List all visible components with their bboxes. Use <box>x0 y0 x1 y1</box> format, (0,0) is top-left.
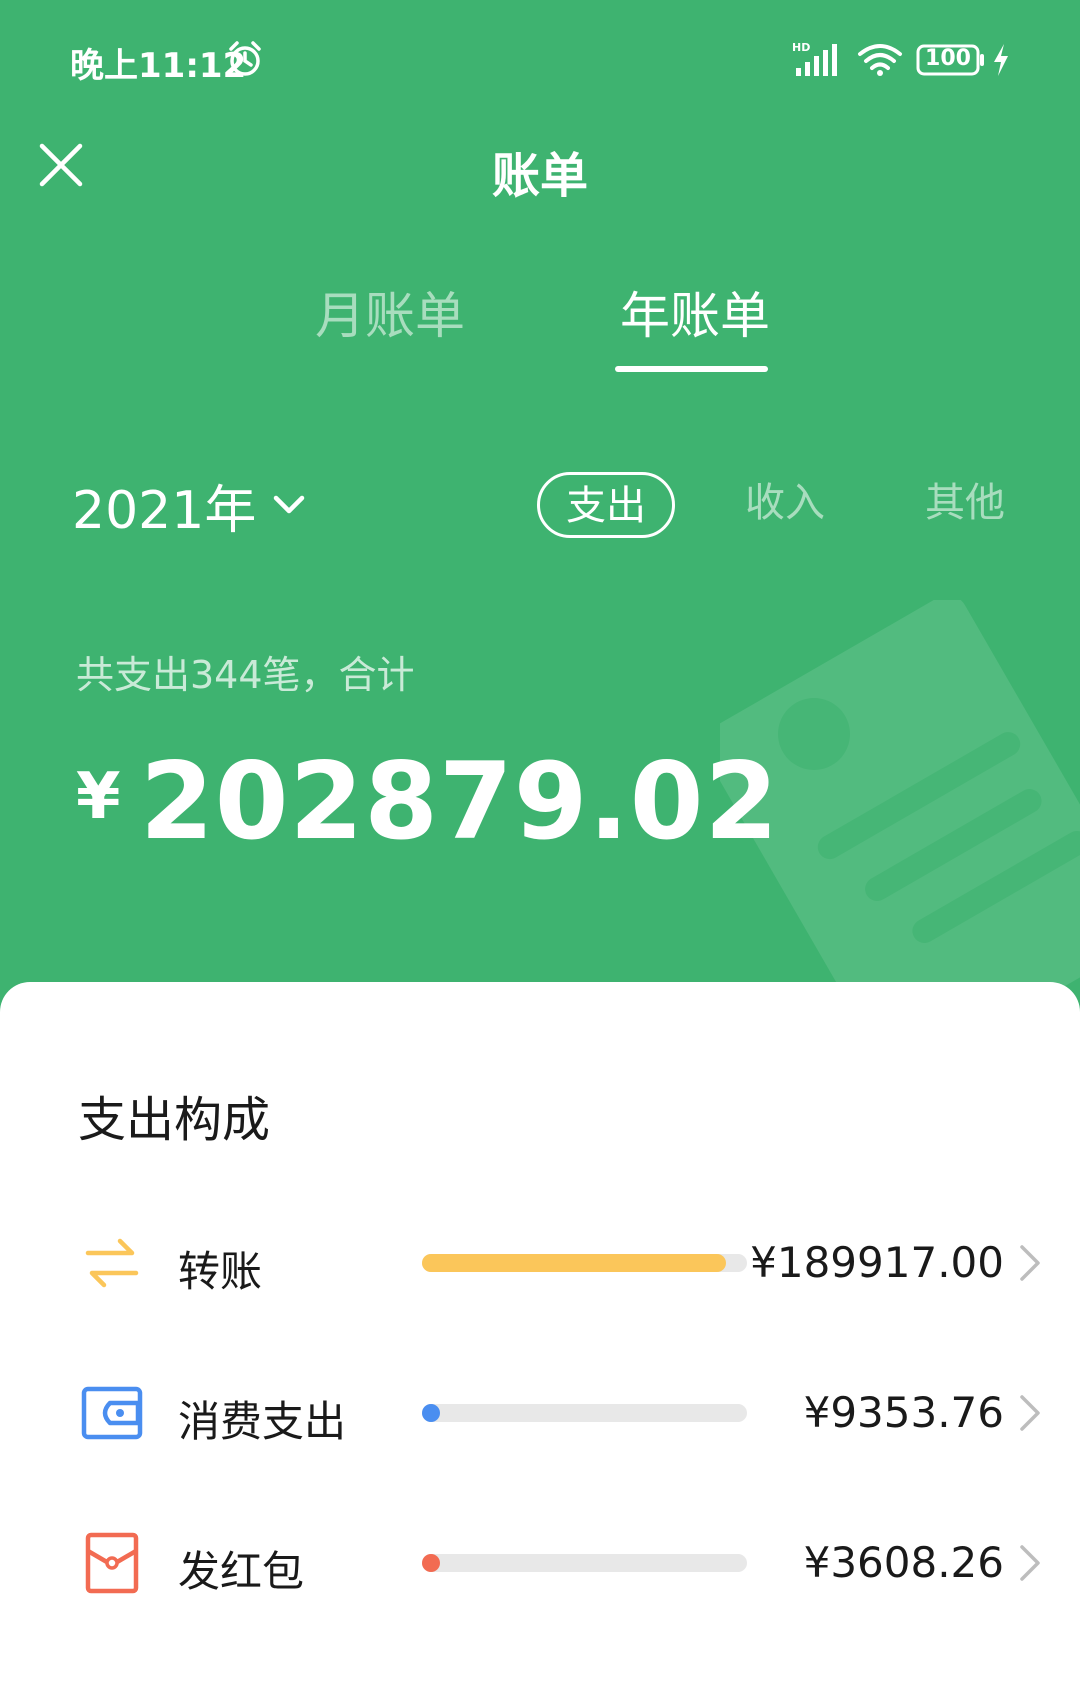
total-amount: 202879.02 <box>140 740 780 863</box>
tab-monthly-bill[interactable]: 月账单 <box>310 286 470 356</box>
tab-yearly-bill[interactable]: 年账单 <box>615 286 775 356</box>
breakdown-row-red-packet[interactable]: 发红包 ¥3608.26 <box>0 1508 1080 1618</box>
page-title: 账单 <box>491 148 588 204</box>
chevron-right-icon <box>1020 1395 1040 1431</box>
row-label-consumption: 消费支出 <box>178 1397 347 1446</box>
wifi-icon <box>858 44 902 76</box>
progress-fill-red-packet <box>422 1554 440 1572</box>
chevron-right-icon <box>1020 1245 1040 1281</box>
status-time: 晚上11:12 <box>70 46 247 86</box>
svg-text:HD: HD <box>792 41 810 54</box>
wallet-icon <box>81 1386 143 1440</box>
progress-fill-transfer <box>422 1254 727 1272</box>
breakdown-title: 支出构成 <box>78 1092 271 1148</box>
progress-fill-consumption <box>422 1404 440 1422</box>
row-label-red-packet: 发红包 <box>178 1547 305 1596</box>
alarm-icon <box>229 41 261 76</box>
year-selector[interactable]: 2021年 <box>72 470 306 541</box>
currency-symbol: ¥ <box>76 760 121 834</box>
progress-track <box>422 1404 747 1422</box>
status-bar: 晚上11:12 HD 100 <box>0 0 1080 120</box>
summary-text: 共支出344笔，合计 <box>76 653 415 697</box>
chevron-down-icon <box>274 495 305 514</box>
filter-other-button[interactable]: 其他 <box>920 472 1010 538</box>
breakdown-row-consumption[interactable]: 消费支出 ¥9353.76 <box>0 1358 1080 1468</box>
year-label: 2021年 <box>72 480 257 541</box>
charge-icon <box>994 44 1008 76</box>
row-amount-transfer: ¥189917.00 <box>750 1238 1004 1287</box>
red-packet-icon <box>85 1532 139 1594</box>
row-amount-red-packet: ¥3608.26 <box>803 1538 1004 1587</box>
row-label-transfer: 转账 <box>178 1247 263 1296</box>
progress-track <box>422 1554 747 1572</box>
progress-track <box>422 1254 747 1272</box>
filter-income-button[interactable]: 收入 <box>740 472 830 538</box>
battery-level: 100 <box>925 46 971 71</box>
transfer-icon <box>85 1238 139 1288</box>
active-tab-indicator <box>615 366 768 372</box>
header-banner: 晚上11:12 HD 100 账单 月账单 年账单 2021年 支出 收入 其他… <box>0 0 1080 1020</box>
breakdown-row-transfer[interactable]: 转账 ¥189917.00 <box>0 1208 1080 1318</box>
chevron-right-icon <box>1020 1545 1040 1581</box>
filter-expense-button[interactable]: 支出 <box>537 472 675 538</box>
row-amount-consumption: ¥9353.76 <box>803 1388 1004 1437</box>
signal-icon: HD <box>792 41 837 76</box>
